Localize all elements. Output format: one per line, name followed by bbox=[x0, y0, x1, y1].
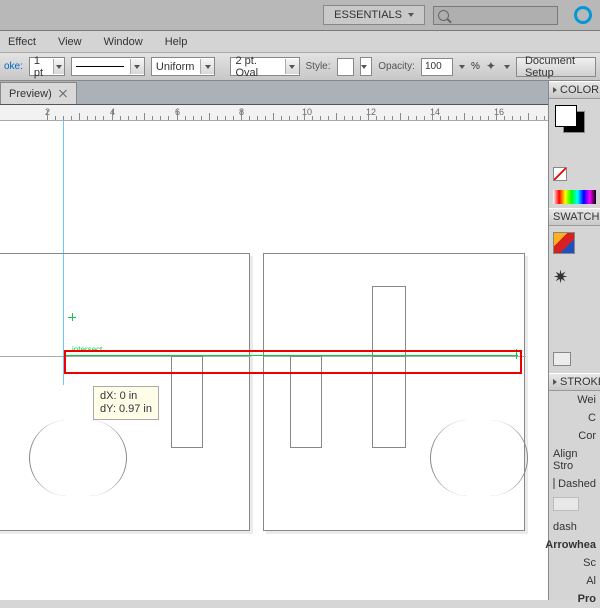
menu-view[interactable]: View bbox=[58, 36, 82, 48]
stroke-profile-dropdown[interactable] bbox=[71, 57, 145, 76]
none-color-icon[interactable] bbox=[553, 167, 567, 181]
cloud-icon[interactable] bbox=[574, 6, 592, 24]
guide-origin-icon bbox=[68, 313, 78, 323]
recolor-menu[interactable] bbox=[504, 65, 510, 69]
menu-bar: Effect View Window Help bbox=[0, 31, 600, 53]
measurement-tooltip: dX: 0 in dY: 0.97 in bbox=[93, 386, 159, 420]
opacity-input[interactable] bbox=[421, 58, 453, 76]
arrowheads-label: Arrowhea bbox=[545, 539, 596, 551]
swatch-options-icon[interactable] bbox=[553, 352, 571, 366]
expand-icon bbox=[553, 379, 557, 385]
stepper-icon bbox=[53, 59, 64, 74]
style-swatch[interactable] bbox=[337, 58, 354, 76]
brush-dropdown[interactable]: 2 pt. Oval bbox=[230, 57, 299, 76]
stroke-label[interactable]: oke: bbox=[4, 61, 23, 72]
expand-icon bbox=[553, 87, 557, 93]
swatches-panel-header[interactable]: SWATCH bbox=[549, 208, 600, 226]
style-dropdown[interactable] bbox=[360, 57, 373, 76]
control-bar: oke: 1 pt Uniform 2 pt. Oval Style: Opac… bbox=[0, 53, 600, 81]
stroke-cap-label: C bbox=[588, 412, 596, 424]
brush-thumb-icon[interactable] bbox=[553, 269, 575, 291]
search-input[interactable] bbox=[433, 6, 558, 25]
tooltip-dy: dY: 0.97 in bbox=[100, 403, 152, 416]
stroke-weight-input[interactable]: 1 pt bbox=[29, 57, 65, 76]
percent-label: % bbox=[471, 61, 480, 72]
stroke-align-label: Align Stro bbox=[553, 448, 596, 472]
swatch-thumb-icon[interactable] bbox=[553, 232, 575, 254]
tooltip-dx: dX: 0 in bbox=[100, 390, 152, 403]
document-tab-bar: Preview) bbox=[0, 81, 600, 105]
profile-label: Pro bbox=[578, 593, 596, 605]
dashed-label: Dashed bbox=[558, 478, 596, 490]
color-spectrum[interactable] bbox=[553, 190, 596, 204]
recolor-icon[interactable] bbox=[486, 59, 498, 75]
menu-help[interactable]: Help bbox=[165, 36, 188, 48]
search-icon bbox=[438, 10, 449, 21]
dash-label: dash bbox=[553, 521, 577, 533]
opacity-label[interactable]: Opacity: bbox=[378, 61, 415, 72]
menu-effect[interactable]: Effect bbox=[8, 36, 36, 48]
canvas[interactable]: intersect dX: 0 in dY: 0.97 in bbox=[0, 121, 548, 600]
stroke-weight-label: Wei bbox=[577, 394, 596, 406]
panel-dock: COLOR SWATCH STROKE Wei C Cor Align Stro… bbox=[548, 81, 600, 600]
opacity-stepper[interactable] bbox=[459, 65, 465, 69]
line-preview-icon bbox=[76, 66, 124, 67]
shape-rect-top bbox=[372, 286, 406, 356]
scale-label: Sc bbox=[583, 557, 596, 569]
dash-field[interactable] bbox=[553, 497, 579, 511]
dashed-checkbox[interactable] bbox=[553, 478, 555, 489]
workspace-switcher[interactable]: ESSENTIALS bbox=[323, 5, 425, 25]
color-panel-header[interactable]: COLOR bbox=[549, 81, 600, 99]
stroke-corner-label: Cor bbox=[578, 430, 596, 442]
tab-title: Preview) bbox=[9, 88, 52, 100]
align-label: Al bbox=[586, 575, 596, 587]
annotation-highlight bbox=[64, 350, 522, 374]
vertical-guide[interactable] bbox=[63, 121, 64, 385]
style-label: Style: bbox=[306, 61, 331, 72]
document-tab[interactable]: Preview) bbox=[0, 82, 77, 104]
close-icon[interactable] bbox=[58, 89, 68, 99]
horizontal-ruler[interactable]: 24681012141618 bbox=[0, 105, 600, 121]
artboard-2 bbox=[263, 253, 525, 531]
menu-window[interactable]: Window bbox=[104, 36, 143, 48]
title-bar: ESSENTIALS bbox=[0, 0, 600, 31]
fill-color[interactable] bbox=[555, 105, 577, 127]
document-setup-button[interactable]: Document Setup bbox=[516, 57, 596, 77]
workspace-label: ESSENTIALS bbox=[334, 9, 402, 21]
fill-stroke-swatch[interactable] bbox=[555, 105, 585, 133]
profile-name-dropdown[interactable]: Uniform bbox=[151, 57, 216, 76]
chevron-down-icon bbox=[408, 13, 414, 17]
stroke-panel-header[interactable]: STROKE bbox=[549, 373, 600, 391]
